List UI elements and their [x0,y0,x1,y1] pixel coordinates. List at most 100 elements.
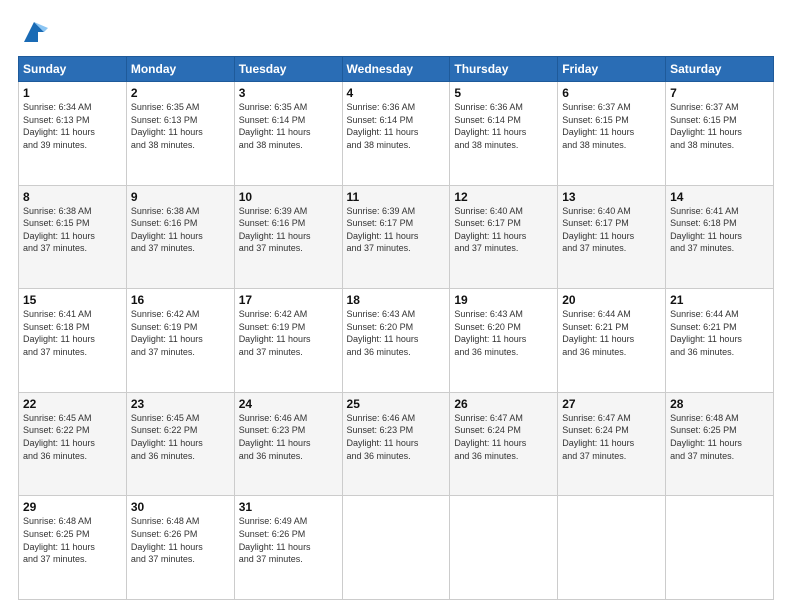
day-info: Sunrise: 6:38 AM Sunset: 6:16 PM Dayligh… [131,205,230,255]
col-tuesday: Tuesday [234,57,342,82]
day-number: 17 [239,293,338,307]
day-number: 26 [454,397,553,411]
table-row: 8Sunrise: 6:38 AM Sunset: 6:15 PM Daylig… [19,185,127,289]
day-number: 4 [347,86,446,100]
table-row: 13Sunrise: 6:40 AM Sunset: 6:17 PM Dayli… [558,185,666,289]
table-row: 10Sunrise: 6:39 AM Sunset: 6:16 PM Dayli… [234,185,342,289]
day-number: 21 [670,293,769,307]
day-info: Sunrise: 6:48 AM Sunset: 6:26 PM Dayligh… [131,515,230,565]
logo [18,18,48,46]
table-row: 26Sunrise: 6:47 AM Sunset: 6:24 PM Dayli… [450,392,558,496]
day-info: Sunrise: 6:36 AM Sunset: 6:14 PM Dayligh… [454,101,553,151]
day-info: Sunrise: 6:40 AM Sunset: 6:17 PM Dayligh… [562,205,661,255]
day-number: 1 [23,86,122,100]
day-info: Sunrise: 6:41 AM Sunset: 6:18 PM Dayligh… [670,205,769,255]
day-number: 31 [239,500,338,514]
day-info: Sunrise: 6:41 AM Sunset: 6:18 PM Dayligh… [23,308,122,358]
day-info: Sunrise: 6:47 AM Sunset: 6:24 PM Dayligh… [562,412,661,462]
day-number: 29 [23,500,122,514]
table-row: 30Sunrise: 6:48 AM Sunset: 6:26 PM Dayli… [126,496,234,600]
calendar-week-row: 1Sunrise: 6:34 AM Sunset: 6:13 PM Daylig… [19,82,774,186]
col-monday: Monday [126,57,234,82]
day-info: Sunrise: 6:34 AM Sunset: 6:13 PM Dayligh… [23,101,122,151]
table-row: 21Sunrise: 6:44 AM Sunset: 6:21 PM Dayli… [666,289,774,393]
table-row: 7Sunrise: 6:37 AM Sunset: 6:15 PM Daylig… [666,82,774,186]
day-info: Sunrise: 6:39 AM Sunset: 6:16 PM Dayligh… [239,205,338,255]
day-number: 19 [454,293,553,307]
col-wednesday: Wednesday [342,57,450,82]
day-number: 11 [347,190,446,204]
day-info: Sunrise: 6:48 AM Sunset: 6:25 PM Dayligh… [23,515,122,565]
day-info: Sunrise: 6:39 AM Sunset: 6:17 PM Dayligh… [347,205,446,255]
table-row: 3Sunrise: 6:35 AM Sunset: 6:14 PM Daylig… [234,82,342,186]
day-info: Sunrise: 6:43 AM Sunset: 6:20 PM Dayligh… [454,308,553,358]
col-friday: Friday [558,57,666,82]
day-info: Sunrise: 6:36 AM Sunset: 6:14 PM Dayligh… [347,101,446,151]
table-row: 1Sunrise: 6:34 AM Sunset: 6:13 PM Daylig… [19,82,127,186]
table-row: 17Sunrise: 6:42 AM Sunset: 6:19 PM Dayli… [234,289,342,393]
table-row: 19Sunrise: 6:43 AM Sunset: 6:20 PM Dayli… [450,289,558,393]
calendar-week-row: 22 Sunrise: 6:45 AM Sunset: 6:22 PM Dayli… [19,392,774,496]
table-row [342,496,450,600]
table-row: 14Sunrise: 6:41 AM Sunset: 6:18 PM Dayli… [666,185,774,289]
logo-icon [20,18,48,46]
calendar-week-row: 8Sunrise: 6:38 AM Sunset: 6:15 PM Daylig… [19,185,774,289]
table-row: 31Sunrise: 6:49 AM Sunset: 6:26 PM Dayli… [234,496,342,600]
table-row: 23Sunrise: 6:45 AM Sunset: 6:22 PM Dayli… [126,392,234,496]
day-info: Sunrise: 6:46 AM Sunset: 6:23 PM Dayligh… [239,412,338,462]
table-row: 2Sunrise: 6:35 AM Sunset: 6:13 PM Daylig… [126,82,234,186]
table-row: 12Sunrise: 6:40 AM Sunset: 6:17 PM Dayli… [450,185,558,289]
day-number: 22 [23,397,122,411]
col-sunday: Sunday [19,57,127,82]
day-number: 2 [131,86,230,100]
day-number: 8 [23,190,122,204]
page: Sunday Monday Tuesday Wednesday Thursday… [0,0,792,612]
day-info: Sunrise: 6:48 AM Sunset: 6:25 PM Dayligh… [670,412,769,462]
day-number: 25 [347,397,446,411]
day-info: Sunrise: 6:49 AM Sunset: 6:26 PM Dayligh… [239,515,338,565]
day-info: Sunrise: 6:37 AM Sunset: 6:15 PM Dayligh… [670,101,769,151]
calendar-table: Sunday Monday Tuesday Wednesday Thursday… [18,56,774,600]
col-saturday: Saturday [666,57,774,82]
day-info: Sunrise: 6:40 AM Sunset: 6:17 PM Dayligh… [454,205,553,255]
table-row: 28Sunrise: 6:48 AM Sunset: 6:25 PM Dayli… [666,392,774,496]
day-info: Sunrise: 6:42 AM Sunset: 6:19 PM Dayligh… [131,308,230,358]
day-number: 20 [562,293,661,307]
day-info: Sunrise: 6:47 AM Sunset: 6:24 PM Dayligh… [454,412,553,462]
day-info: Sunrise: 6:44 AM Sunset: 6:21 PM Dayligh… [670,308,769,358]
day-number: 10 [239,190,338,204]
day-number: 6 [562,86,661,100]
day-info: Sunrise: 6:43 AM Sunset: 6:20 PM Dayligh… [347,308,446,358]
col-thursday: Thursday [450,57,558,82]
day-info: Sunrise: 6:42 AM Sunset: 6:19 PM Dayligh… [239,308,338,358]
table-row: 6Sunrise: 6:37 AM Sunset: 6:15 PM Daylig… [558,82,666,186]
day-number: 5 [454,86,553,100]
day-info: Sunrise: 6:35 AM Sunset: 6:13 PM Dayligh… [131,101,230,151]
table-row: 29Sunrise: 6:48 AM Sunset: 6:25 PM Dayli… [19,496,127,600]
table-row: 4Sunrise: 6:36 AM Sunset: 6:14 PM Daylig… [342,82,450,186]
day-number: 24 [239,397,338,411]
day-number: 18 [347,293,446,307]
day-number: 28 [670,397,769,411]
day-number: 3 [239,86,338,100]
day-number: 27 [562,397,661,411]
table-row: 20Sunrise: 6:44 AM Sunset: 6:21 PM Dayli… [558,289,666,393]
table-row: 5Sunrise: 6:36 AM Sunset: 6:14 PM Daylig… [450,82,558,186]
table-row: 22Sunrise: 6:45 AM Sunset: 6:22 PM Dayli… [19,392,127,496]
calendar-week-row: 29Sunrise: 6:48 AM Sunset: 6:25 PM Dayli… [19,496,774,600]
calendar-week-row: 15Sunrise: 6:41 AM Sunset: 6:18 PM Dayli… [19,289,774,393]
day-info: Sunrise: 6:44 AM Sunset: 6:21 PM Dayligh… [562,308,661,358]
day-number: 23 [131,397,230,411]
table-row: 9Sunrise: 6:38 AM Sunset: 6:16 PM Daylig… [126,185,234,289]
table-row [666,496,774,600]
table-row: 18Sunrise: 6:43 AM Sunset: 6:20 PM Dayli… [342,289,450,393]
day-number: 9 [131,190,230,204]
day-info: Sunrise: 6:38 AM Sunset: 6:15 PM Dayligh… [23,205,122,255]
table-row: 24Sunrise: 6:46 AM Sunset: 6:23 PM Dayli… [234,392,342,496]
table-row: 25Sunrise: 6:46 AM Sunset: 6:23 PM Dayli… [342,392,450,496]
day-info: Sunrise: 6:45 AM Sunset: 6:22 PM Dayligh… [131,412,230,462]
day-number: 13 [562,190,661,204]
day-info: Sunrise: 6:46 AM Sunset: 6:23 PM Dayligh… [347,412,446,462]
day-info: Sunrise: 6:37 AM Sunset: 6:15 PM Dayligh… [562,101,661,151]
day-number: 12 [454,190,553,204]
